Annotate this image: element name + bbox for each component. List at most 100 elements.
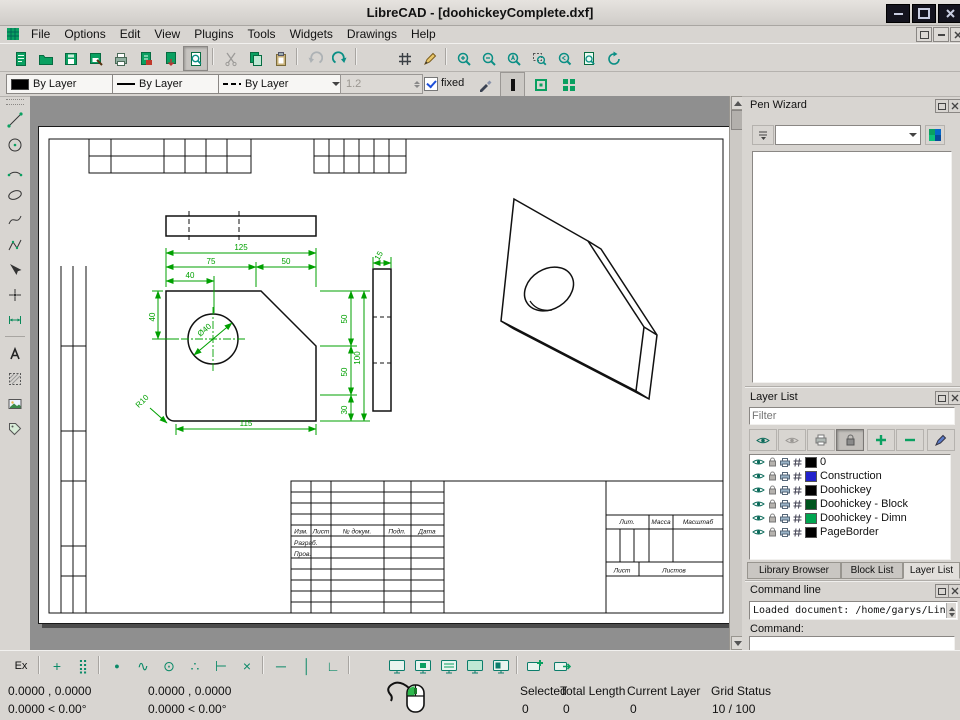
pen-grid-button[interactable] [556, 72, 581, 97]
menu-help[interactable]: Help [404, 26, 443, 42]
eye-icon[interactable] [752, 472, 765, 480]
layer-color-swatch[interactable] [805, 470, 817, 482]
scrollbar-thumb[interactable] [731, 110, 742, 130]
lock-icon[interactable] [768, 513, 777, 523]
layer-color-swatch[interactable] [805, 484, 817, 496]
lock-layers-button[interactable] [836, 429, 864, 451]
layer-color-swatch[interactable] [805, 498, 817, 510]
snap-grid-button[interactable]: ⣿ [70, 654, 96, 678]
construction-icon[interactable] [793, 485, 802, 495]
pen-bar-button[interactable] [500, 72, 525, 97]
layer-list-float-button[interactable] [935, 391, 949, 405]
view-screen-button-5[interactable] [488, 654, 514, 678]
select-tool-button[interactable] [3, 258, 27, 282]
pen-linetype-combo[interactable]: By Layer [218, 74, 344, 94]
scroll-down-button[interactable] [731, 636, 742, 650]
lock-icon[interactable] [768, 457, 777, 467]
circle-tool-button[interactable] [3, 133, 27, 157]
monitor-arrow-button[interactable] [549, 654, 575, 678]
printer-icon[interactable] [780, 527, 790, 537]
restrict-horizontal-button[interactable]: ─ [268, 654, 294, 678]
pen-width-combo[interactable]: By Layer [112, 74, 230, 94]
point-tool-button[interactable] [3, 283, 27, 307]
menu-drawings[interactable]: Drawings [340, 26, 404, 42]
eye-icon[interactable] [752, 514, 765, 522]
pick-pen-button[interactable] [472, 72, 497, 97]
edit-layer-button[interactable] [927, 429, 955, 451]
layer-row[interactable]: Construction [750, 469, 950, 483]
new-file-button[interactable] [8, 46, 33, 71]
snap-on-entity-button[interactable]: ∿ [130, 654, 156, 678]
layer-list-close-button[interactable] [948, 391, 960, 405]
grid-toggle-button[interactable] [392, 46, 417, 71]
pen-color-combo[interactable]: By Layer [6, 74, 126, 94]
menu-edit[interactable]: Edit [113, 26, 148, 42]
command-input[interactable] [749, 636, 955, 651]
layer-color-swatch[interactable] [805, 512, 817, 524]
cut-button[interactable] [218, 46, 243, 71]
menu-view[interactable]: View [147, 26, 187, 42]
toolbar-handle[interactable] [6, 99, 24, 105]
mdi-area[interactable]: 125 75 50 40 40 50 50 30 100 115 15 R10 … [30, 96, 742, 650]
view-screen-button-3[interactable] [436, 654, 462, 678]
lock-icon[interactable] [768, 471, 777, 481]
layer-row[interactable]: Doohickey - Block [750, 497, 950, 511]
lock-icon[interactable] [768, 527, 777, 537]
arc-tool-button[interactable] [3, 158, 27, 182]
snap-distance-button[interactable]: ⊢ [208, 654, 234, 678]
view-screen-button-4[interactable] [462, 654, 488, 678]
eye-icon[interactable] [752, 528, 765, 536]
draft-mode-button[interactable] [417, 46, 442, 71]
eye-icon[interactable] [752, 486, 765, 494]
print-layers-button[interactable] [807, 429, 835, 451]
copy-button[interactable] [243, 46, 268, 71]
pen-wizard-close-button[interactable] [948, 99, 960, 113]
show-all-layers-button[interactable] [749, 429, 777, 451]
restrict-vertical-button[interactable]: │ [294, 654, 320, 678]
auto-zoom-button[interactable] [501, 46, 526, 71]
pen-wizard-float-button[interactable] [935, 99, 949, 113]
tab-block-list[interactable]: Block List [841, 562, 903, 579]
menu-tools[interactable]: Tools [241, 26, 283, 42]
exclusive-snap-button[interactable]: Ex [8, 654, 34, 678]
pen-wizard-list[interactable] [752, 151, 952, 383]
line-tool-button[interactable] [3, 108, 27, 132]
maximize-button[interactable] [912, 4, 936, 23]
view-screen-button-1[interactable] [384, 654, 410, 678]
redraw-button[interactable] [601, 46, 626, 71]
construction-icon[interactable] [793, 471, 802, 481]
snap-middle-button[interactable]: ∴ [182, 654, 208, 678]
lock-icon[interactable] [768, 499, 777, 509]
layer-row[interactable]: PageBorder [750, 525, 950, 539]
menu-plugins[interactable]: Plugins [187, 26, 240, 42]
zoom-page-button[interactable] [576, 46, 601, 71]
zoom-out-button[interactable] [476, 46, 501, 71]
polyline-tool-button[interactable] [3, 233, 27, 257]
mdi-minimize-button[interactable] [933, 27, 949, 42]
printer-icon[interactable] [780, 499, 790, 509]
hatch-tool-button[interactable] [3, 367, 27, 391]
spline-tool-button[interactable] [3, 208, 27, 232]
canvas-vscrollbar[interactable] [729, 96, 742, 650]
eye-icon[interactable] [752, 458, 765, 466]
redo-button[interactable] [327, 46, 352, 71]
zoom-window-button[interactable] [526, 46, 551, 71]
block-tool-button[interactable] [3, 417, 27, 441]
mdi-restore-button[interactable] [916, 27, 932, 42]
text-tool-button[interactable] [3, 342, 27, 366]
layer-color-swatch[interactable] [805, 526, 817, 538]
view-screen-button-2[interactable] [410, 654, 436, 678]
open-file-button[interactable] [33, 46, 58, 71]
layer-row[interactable]: 0 [750, 455, 950, 469]
command-history[interactable]: Loaded document: /home/garys/Link to [749, 601, 958, 620]
layer-row[interactable]: Doohickey - Dimn [750, 511, 950, 525]
history-scrollbar[interactable] [946, 603, 956, 618]
pen-wizard-combo[interactable] [775, 125, 921, 145]
zoom-previous-button[interactable] [551, 46, 576, 71]
snap-intersection-button[interactable]: × [234, 654, 260, 678]
add-layer-button[interactable] [867, 429, 895, 451]
zoom-in-button[interactable] [451, 46, 476, 71]
mdi-close-button[interactable] [950, 27, 960, 42]
print-preview-button[interactable] [183, 46, 208, 71]
layer-row[interactable]: Doohickey [750, 483, 950, 497]
